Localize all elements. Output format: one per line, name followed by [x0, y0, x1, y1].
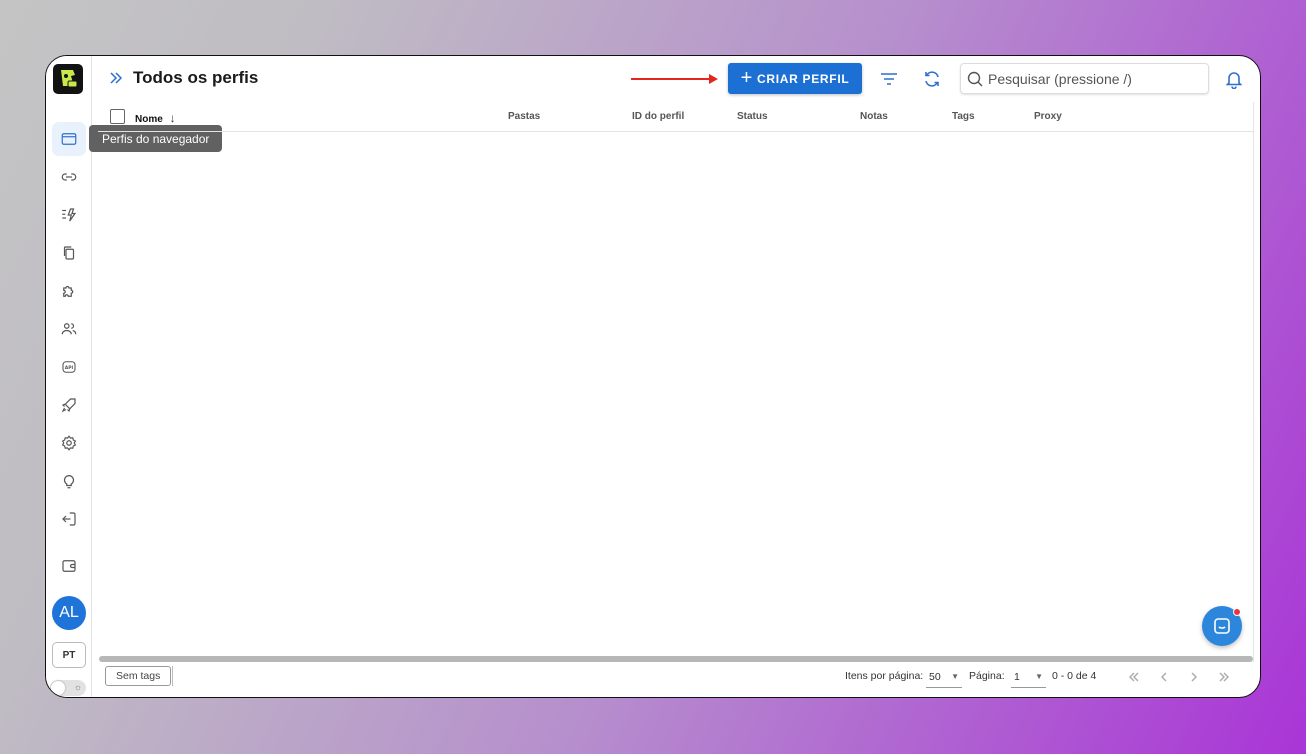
filter-icon: [881, 73, 897, 85]
expand-sidebar-icon[interactable]: [108, 70, 124, 86]
last-page-button[interactable]: [1216, 669, 1232, 685]
page-select[interactable]: 1 ▼: [1011, 666, 1046, 688]
chevrons-right-icon: [1219, 672, 1229, 682]
profiles-table: Nome ↓ Pastas ID do perfil Status Notas …: [98, 102, 1254, 662]
prev-page-button[interactable]: [1156, 669, 1172, 685]
sort-arrow-down-icon: ↓: [169, 111, 176, 125]
copy-icon: [63, 246, 75, 260]
support-chat-button[interactable]: [1202, 606, 1242, 646]
column-header-profile-id[interactable]: ID do perfil: [632, 111, 684, 122]
svg-text:API: API: [65, 365, 74, 371]
table-footer: Sem tags Itens por página: 50 ▼ Página: …: [93, 663, 1260, 697]
notification-dot: [1233, 608, 1241, 616]
divider: [172, 666, 173, 686]
refresh-icon: [925, 71, 939, 87]
no-tags-button[interactable]: Sem tags: [105, 666, 172, 686]
sidebar-item-api[interactable]: API: [52, 350, 86, 384]
lightbulb-icon: [63, 475, 75, 489]
sidebar-item-links[interactable]: [52, 160, 86, 194]
sidebar-item-tips[interactable]: [52, 464, 86, 498]
column-header-proxy[interactable]: Proxy: [1034, 111, 1062, 122]
theme-toggle[interactable]: ☼: [50, 680, 86, 696]
select-all-checkbox[interactable]: [110, 109, 125, 124]
notifications-button[interactable]: [1223, 68, 1245, 90]
sidebar-item-launch[interactable]: [52, 388, 86, 422]
search-box[interactable]: [960, 63, 1209, 94]
next-page-button[interactable]: [1186, 669, 1202, 685]
page-label: Página:: [969, 670, 1005, 682]
chevron-left-icon: [1161, 672, 1167, 682]
extension-puzzle-icon: [63, 285, 74, 297]
sidebar-item-copy[interactable]: [52, 236, 86, 270]
automation-bolt-icon: [62, 208, 77, 222]
horizontal-scrollbar[interactable]: [99, 656, 1253, 662]
chat-icon: [1214, 618, 1230, 634]
items-per-page-select[interactable]: 50 ▼: [926, 666, 962, 688]
sidebar-item-extensions[interactable]: [52, 274, 86, 308]
users-icon: [61, 323, 77, 335]
language-selector[interactable]: PT: [52, 642, 86, 668]
first-page-button[interactable]: [1126, 669, 1142, 685]
avatar[interactable]: AL: [52, 596, 86, 630]
sidebar-item-logout[interactable]: [52, 502, 86, 536]
column-header-notes[interactable]: Notas: [860, 111, 888, 122]
column-header-tags[interactable]: Tags: [952, 111, 975, 122]
browser-window-icon: [61, 133, 77, 145]
caret-down-icon: ▼: [1035, 672, 1043, 681]
sidebar-item-settings[interactable]: [52, 426, 86, 460]
wallet-icon: [62, 560, 76, 572]
api-icon: API: [62, 361, 76, 373]
create-profile-label: CRIAR PERFIL: [756, 71, 850, 86]
filter-button[interactable]: [878, 68, 900, 90]
column-header-folders[interactable]: Pastas: [508, 111, 540, 122]
column-header-status[interactable]: Status: [737, 111, 768, 122]
app-window: API AL PT ☼ Perfis do navegador Todos os…: [45, 55, 1261, 698]
page-range: 0 - 0 de 4: [1052, 670, 1097, 682]
logout-icon: [62, 512, 76, 526]
items-per-page-value: 50: [929, 670, 941, 683]
sun-icon: ☼: [73, 682, 82, 692]
sidebar-item-wallet[interactable]: [52, 549, 86, 583]
sidebar-item-browser-profiles[interactable]: [52, 122, 86, 156]
bell-icon: [1225, 72, 1243, 89]
sidebar-item-automation[interactable]: [52, 198, 86, 232]
app-logo-icon[interactable]: [53, 64, 83, 94]
column-header-label: Nome: [135, 114, 163, 125]
table-header: Nome ↓ Pastas ID do perfil Status Notas …: [98, 102, 1253, 132]
toggle-knob: [51, 681, 65, 695]
page-title: Todos os perfis: [133, 68, 259, 87]
rocket-icon: [61, 398, 76, 413]
chevron-right-icon: [1191, 672, 1197, 682]
column-header-name[interactable]: Nome ↓: [135, 111, 176, 125]
create-profile-button[interactable]: + CRIAR PERFIL: [728, 63, 862, 94]
link-icon: [61, 173, 77, 181]
chevrons-left-icon: [1129, 672, 1139, 682]
search-icon: [967, 71, 983, 86]
sidebar: API AL PT ☼: [46, 56, 92, 697]
caret-down-icon: ▼: [951, 672, 959, 681]
page-value: 1: [1014, 670, 1020, 683]
sidebar-item-users[interactable]: [52, 312, 86, 346]
annotation-arrow-icon: [631, 74, 718, 84]
plus-icon: +: [740, 66, 753, 89]
gear-icon: [61, 435, 77, 451]
items-per-page-label: Itens por página:: [845, 670, 924, 682]
refresh-button[interactable]: [921, 68, 943, 90]
search-input[interactable]: [988, 70, 1198, 87]
